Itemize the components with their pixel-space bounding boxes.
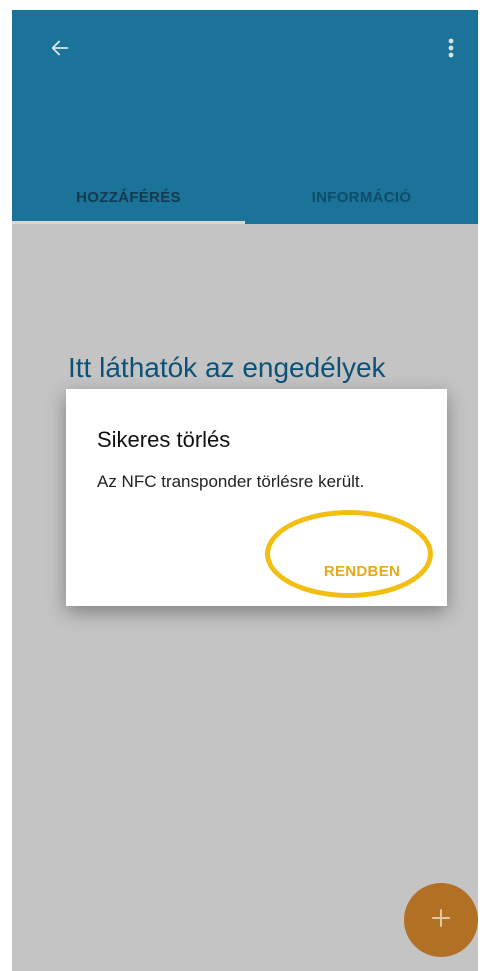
more-vertical-icon	[447, 36, 455, 65]
app-screen: HOZZÁFÉRÉS INFORMÁCIÓ Itt láthatók az en…	[12, 10, 478, 971]
empty-state-headline: Itt láthatók az engedélyek	[68, 352, 386, 383]
app-bar: HOZZÁFÉRÉS INFORMÁCIÓ	[12, 10, 478, 224]
arrow-left-icon	[49, 37, 71, 64]
back-button[interactable]	[40, 32, 80, 68]
dialog-title: Sikeres törlés	[97, 427, 231, 452]
tab-bar: HOZZÁFÉRÉS INFORMÁCIÓ	[12, 170, 478, 224]
plus-icon	[430, 907, 452, 934]
tab-information[interactable]: INFORMÁCIÓ	[245, 170, 478, 224]
highlight-ring	[265, 510, 433, 598]
add-fab-button[interactable]	[404, 883, 478, 957]
dialog-message: Az NFC transponder törlésre került.	[97, 472, 365, 491]
tab-access[interactable]: HOZZÁFÉRÉS	[12, 170, 245, 224]
overflow-menu-button[interactable]	[436, 32, 466, 68]
